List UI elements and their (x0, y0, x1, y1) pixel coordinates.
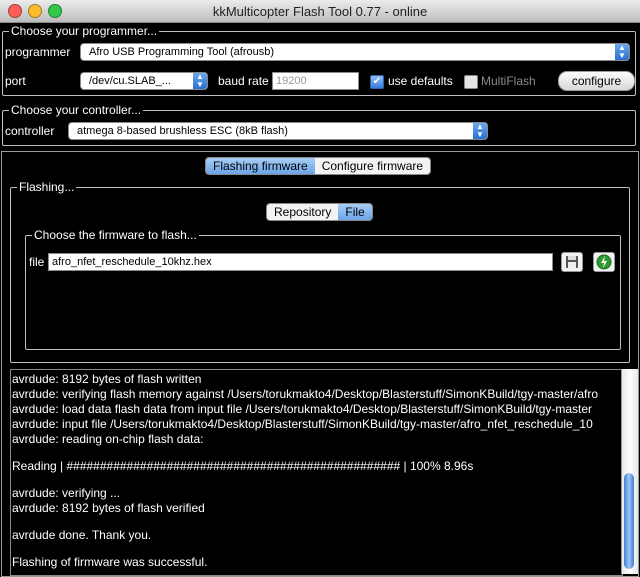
controller-group-title: Choose your controller... (9, 103, 144, 117)
programmer-group-title: Choose your programmer... (9, 24, 160, 38)
console-scrollbar[interactable] (621, 369, 638, 574)
firmware-tabs: Flashing firmware Configure firmware (205, 157, 432, 175)
console-line: avrdude: load data flash data from input… (12, 402, 593, 416)
programmer-select-value: Afro USB Programming Tool (afrousb) (89, 46, 275, 58)
file-path-input[interactable]: afro_nfet_reschedule_10khz.hex (48, 253, 553, 271)
green-flash-icon (596, 254, 612, 270)
save-file-button[interactable] (561, 252, 583, 272)
console-output[interactable]: avrdude: 8192 bytes of flash written avr… (10, 369, 623, 576)
console-line: Reading | ##############################… (12, 459, 474, 473)
multiflash-checkbox[interactable] (464, 75, 478, 89)
tab-flashing-firmware[interactable]: Flashing firmware (206, 158, 315, 174)
updown-arrows-icon: ▲ ▼ (193, 73, 207, 89)
baud-rate-input[interactable]: 19200 (272, 72, 359, 90)
controller-select-value: atmega 8-based brushless ESC (8kB flash) (77, 125, 288, 137)
console-line: avrdude: 8192 bytes of flash verified (12, 501, 205, 515)
flash-button[interactable] (593, 252, 615, 272)
choose-firmware-title: Choose the firmware to flash... (32, 228, 199, 242)
controller-label: controller (5, 124, 55, 138)
programmer-label: programmer (5, 45, 71, 59)
scrollbar-thumb[interactable] (624, 473, 634, 569)
programmer-select[interactable]: Afro USB Programming Tool (afrousb) ▲ ▼ (80, 43, 630, 61)
file-label: file (29, 255, 45, 269)
multiflash-label: MultiFlash (481, 74, 536, 88)
console-line: avrdude: reading on-chip flash data: (12, 432, 204, 446)
console-line: avrdude: verifying flash memory against … (12, 387, 599, 401)
window-title: kkMulticopter Flash Tool 0.77 - online (212, 4, 428, 19)
port-select-value: /dev/cu.SLAB_... (89, 75, 171, 87)
tab-configure-firmware[interactable]: Configure firmware (314, 158, 431, 174)
console-line: Flashing of firmware was successful. (12, 555, 208, 569)
floppy-disk-icon (566, 256, 578, 268)
console-line: avrdude: input file /Users/torukmakto4/D… (12, 417, 593, 431)
port-select[interactable]: /dev/cu.SLAB_... ▲ ▼ (80, 72, 208, 90)
title-bar: kkMulticopter Flash Tool 0.77 - online (0, 0, 640, 23)
console-line: avrdude: verifying ... (12, 486, 121, 500)
use-defaults-checkbox[interactable]: ✔ (370, 75, 384, 89)
tab-file[interactable]: File (338, 204, 372, 220)
updown-arrows-icon: ▲ ▼ (473, 123, 487, 139)
updown-arrows-icon: ▲ ▼ (615, 44, 629, 60)
use-defaults-label: use defaults (388, 74, 453, 88)
port-label: port (5, 74, 26, 88)
source-tabs: Repository File (266, 203, 373, 221)
console-line: avrdude: 8192 bytes of flash written (12, 372, 202, 386)
console-line: avrdude done. Thank you. (12, 528, 152, 542)
baud-rate-label: baud rate (218, 74, 269, 88)
configure-button[interactable]: configure (558, 71, 635, 91)
tab-repository[interactable]: Repository (267, 204, 339, 220)
flashing-group-title: Flashing... (17, 180, 77, 194)
controller-select[interactable]: atmega 8-based brushless ESC (8kB flash)… (68, 122, 488, 140)
